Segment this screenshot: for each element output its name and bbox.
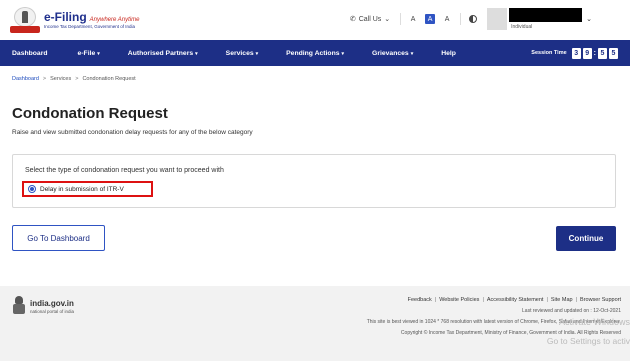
session-digit: 5	[598, 47, 607, 59]
breadcrumb-dashboard[interactable]: Dashboard	[12, 76, 39, 82]
activate-windows-hint: Go to Settings to activ	[546, 336, 630, 346]
tools-divider	[460, 13, 462, 25]
call-us-button[interactable]: ✆ Call Us ⌄	[349, 13, 402, 25]
contrast-icon[interactable]	[469, 15, 478, 23]
header-tools: ✆ Call Us ⌄ A A A Individual ⌄	[350, 8, 592, 30]
footer-link-site-map[interactable]: Site Map	[551, 297, 573, 303]
brand-name: e-Filing	[44, 9, 87, 24]
footer-link-feedback[interactable]: Feedback	[408, 297, 432, 303]
avatar	[487, 8, 508, 30]
option-label: Delay in submission of ITR-V	[40, 185, 124, 193]
national-emblem-icon	[12, 296, 26, 316]
footer-link-website-policies[interactable]: Website Policies	[439, 297, 479, 303]
breadcrumb-services[interactable]: Services	[50, 76, 71, 82]
chevron-down-icon: ⌄	[384, 16, 391, 23]
india-gov-logo[interactable]: india.gov.in national portal of india	[12, 296, 74, 316]
user-role: Individual	[511, 24, 533, 30]
nav-item-services[interactable]: Services ▾	[226, 50, 258, 57]
footer: india.gov.in national portal of india Fe…	[0, 286, 630, 361]
question-label: Select the type of condonation request y…	[25, 167, 224, 174]
nav-item-authorised-partners[interactable]: Authorised Partners ▾	[128, 50, 198, 57]
continue-button[interactable]: Continue	[556, 226, 616, 251]
session-digit: 9	[582, 47, 592, 59]
font-increase-button[interactable]: A	[442, 14, 452, 24]
session-label: Session Time	[531, 50, 567, 56]
chevron-down-icon: ▾	[97, 50, 100, 57]
radio-button[interactable]	[28, 185, 36, 193]
footer-link-browser-support[interactable]: Browser Support	[580, 297, 621, 303]
emblem-icon	[10, 7, 40, 33]
brand-subtitle: Income Tax Department, Government of Ind…	[44, 23, 135, 29]
font-default-button[interactable]: A	[425, 14, 436, 24]
option-delay-itrv[interactable]: Delay in submission of ITR-V	[22, 181, 153, 197]
chevron-down-icon: ▾	[341, 50, 345, 57]
chevron-down-icon: ▾	[255, 50, 259, 57]
nav-item-dashboard[interactable]: Dashboard	[12, 50, 50, 57]
go-to-dashboard-button[interactable]: Go To Dashboard	[12, 225, 105, 251]
breadcrumb-current: Condonation Request	[82, 76, 136, 82]
session-digit: 3	[571, 47, 581, 59]
main-nav: Dashboard e-File ▾ Authorised Partners ▾ S…	[0, 40, 630, 66]
chevron-down-icon: ▾	[195, 50, 198, 57]
condonation-type-card: Select the type of condonation request y…	[12, 154, 616, 208]
user-menu[interactable]: Individual ⌄	[487, 8, 592, 30]
chevron-down-icon: ▾	[410, 50, 414, 57]
efiling-logo[interactable]: e-Filing Anywhere Anytime Income Tax Dep…	[10, 7, 139, 33]
phone-icon: ✆	[349, 16, 356, 23]
gov-domain: india.gov.in	[30, 298, 74, 308]
session-timer: Session Time 3 9 : 5 5	[531, 47, 618, 59]
footer-links: Feedback | Website Policies | Accessibilit…	[407, 297, 621, 303]
nav-item-grievances[interactable]: Grievances ▾	[372, 50, 413, 57]
gov-tagline: national portal of india	[30, 308, 75, 314]
nav-item-efile[interactable]: e-File ▾	[78, 50, 100, 57]
user-name-redacted	[509, 8, 583, 22]
font-decrease-button[interactable]: A	[408, 14, 418, 24]
page-description: Raise and view submitted condonation del…	[12, 129, 253, 136]
last-updated: Last reviewed and updated on : 12-Oct-20…	[522, 308, 621, 314]
nav-item-help[interactable]: Help	[441, 50, 458, 57]
call-us-label: Call Us	[358, 15, 382, 23]
nav-item-pending-actions[interactable]: Pending Actions ▾	[286, 50, 344, 57]
activate-windows-watermark: Activate Windows	[558, 317, 630, 327]
page-title: Condonation Request	[12, 105, 168, 122]
chevron-down-icon: ⌄	[586, 16, 592, 23]
session-digit: 5	[609, 47, 618, 59]
brand-tagline: Anywhere Anytime	[89, 16, 140, 23]
breadcrumb: Dashboard > Services > Condonation Reque…	[12, 76, 136, 82]
header: e-Filing Anywhere Anytime Income Tax Dep…	[0, 0, 630, 40]
footer-link-accessibility[interactable]: Accessibility Statement	[487, 297, 544, 303]
